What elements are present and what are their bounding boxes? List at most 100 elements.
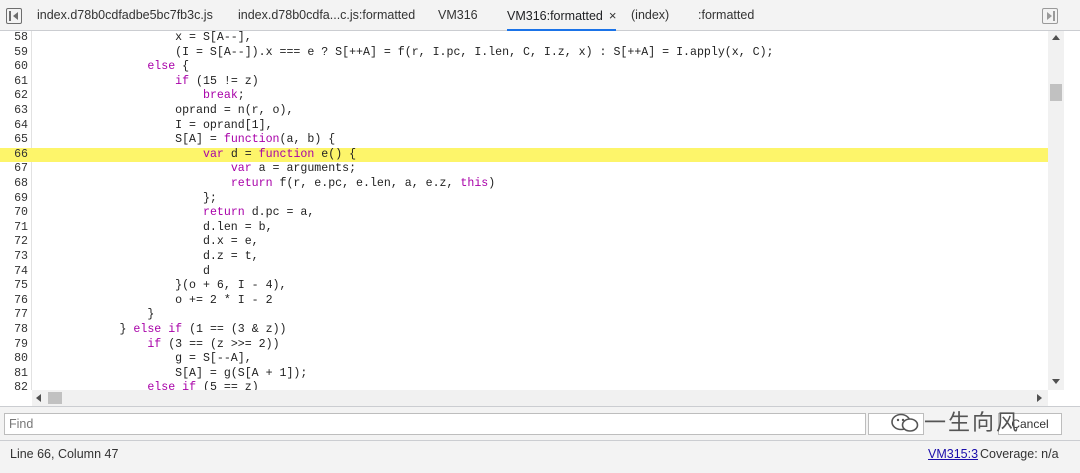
code-text: break;: [202, 89, 245, 103]
code-text: if (3 == (z >>= 2)): [147, 337, 280, 351]
line-number[interactable]: 76: [0, 294, 28, 309]
code-text: if (15 != z): [175, 74, 259, 88]
watermark-text: 一生向风: [924, 411, 1021, 436]
code-line[interactable]: 60 else {: [0, 60, 1048, 75]
line-number[interactable]: 64: [0, 119, 28, 134]
tab-label: (index): [631, 8, 670, 22]
code-text: g = S[--A],: [36, 352, 252, 366]
code-line[interactable]: 67 var a = arguments;: [0, 162, 1048, 177]
line-number[interactable]: 74: [0, 265, 28, 280]
code-line[interactable]: 78 } else if (1 == (3 & z)): [0, 323, 1048, 338]
line-number[interactable]: 78: [0, 323, 28, 338]
line-number[interactable]: 62: [0, 89, 28, 104]
code-text: else {: [147, 60, 190, 74]
tab-label: index.d78b0cdfadbe5bc7fb3c.js: [37, 8, 213, 22]
code-line[interactable]: 77 }: [0, 308, 1048, 323]
find-bar: Cancel 一生向风: [0, 406, 1080, 440]
code-text: }(o + 6, I - 4),: [36, 279, 287, 293]
code-line[interactable]: 68 return f(r, e.pc, e.len, a, e.z, this…: [0, 177, 1048, 192]
code-text: I = oprand[1],: [36, 118, 273, 132]
code-line[interactable]: 80 g = S[--A],: [0, 352, 1048, 367]
code-text: d.x = e,: [36, 235, 259, 249]
vertical-scrollbar[interactable]: [1048, 31, 1064, 390]
scroll-right-icon[interactable]: [1037, 394, 1042, 402]
line-number[interactable]: 72: [0, 235, 28, 250]
scroll-down-icon[interactable]: [1052, 379, 1060, 384]
code-line[interactable]: 58 x = S[A--],: [0, 31, 1048, 46]
tab-bar: index.d78b0cdfadbe5bc7fb3c.js index.d78b…: [0, 0, 1080, 31]
code-line[interactable]: 62 break;: [0, 89, 1048, 104]
code-line[interactable]: 72 d.x = e,: [0, 235, 1048, 250]
horizontal-scrollbar[interactable]: [32, 390, 1048, 406]
code-line[interactable]: 64 I = oprand[1],: [0, 119, 1048, 134]
line-number[interactable]: 68: [0, 177, 28, 192]
code-line[interactable]: 59 (I = S[A--]).x === e ? S[++A] = f(r, …: [0, 46, 1048, 61]
scroll-thumb[interactable]: [1050, 84, 1062, 101]
line-number[interactable]: 73: [0, 250, 28, 265]
code-text: d.z = t,: [36, 250, 259, 263]
tab-vm316[interactable]: VM316: [438, 0, 478, 31]
line-number[interactable]: 81: [0, 367, 28, 382]
tab-formatted[interactable]: :formatted: [698, 0, 754, 31]
line-number[interactable]: 75: [0, 279, 28, 294]
code-line[interactable]: 82 else if (5 == z): [0, 381, 1048, 390]
line-number[interactable]: 69: [0, 192, 28, 207]
code-text: var d = function e() {: [202, 147, 357, 161]
scroll-left-icon[interactable]: [36, 394, 41, 402]
code-text: S[A] = g(S[A + 1]);: [36, 366, 308, 380]
line-number[interactable]: 71: [0, 221, 28, 236]
line-number[interactable]: 77: [0, 308, 28, 323]
find-input[interactable]: [4, 413, 866, 435]
code-line[interactable]: 81 S[A] = g(S[A + 1]);: [0, 367, 1048, 382]
tab-label: :formatted: [698, 8, 755, 22]
scroll-up-icon[interactable]: [1052, 35, 1060, 40]
code-text: return f(r, e.pc, e.len, a, e.z, this): [230, 177, 496, 190]
line-number[interactable]: 63: [0, 104, 28, 119]
code-line[interactable]: 61 if (15 != z): [0, 75, 1048, 90]
coverage-status: Coverage: n/a: [980, 447, 1059, 461]
code-text: return d.pc = a,: [202, 206, 315, 220]
tab-label: VM316:formatted: [507, 9, 603, 23]
code-line[interactable]: 65 S[A] = function(a, b) {: [0, 133, 1048, 148]
line-number[interactable]: 60: [0, 60, 28, 75]
line-number[interactable]: 59: [0, 46, 28, 61]
code-line[interactable]: 71 d.len = b,: [0, 221, 1048, 236]
line-number[interactable]: 82: [0, 381, 28, 390]
line-number[interactable]: 79: [0, 338, 28, 353]
code-line[interactable]: 70 return d.pc = a,: [0, 206, 1048, 221]
code-text: x = S[A--],: [36, 31, 252, 44]
code-text: d.len = b,: [36, 220, 273, 234]
source-link[interactable]: VM315:3: [928, 441, 978, 467]
tab-label: index.d78b0cdfa...c.js:formatted: [238, 8, 416, 22]
code-line[interactable]: 76 o += 2 * I - 2: [0, 294, 1048, 309]
scroll-thumb[interactable]: [48, 392, 62, 404]
code-text: } else if (1 == (3 & z)): [36, 323, 287, 336]
code-line[interactable]: 73 d.z = t,: [0, 250, 1048, 265]
toggle-debugger-icon[interactable]: [1042, 8, 1058, 24]
tab-index-js-formatted[interactable]: index.d78b0cdfa...c.js:formatted: [238, 0, 415, 31]
code-text: (I = S[A--]).x === e ? S[++A] = f(r, I.p…: [36, 45, 774, 59]
code-text: S[A] = function(a, b) {: [36, 133, 336, 147]
close-tab-icon[interactable]: ×: [609, 0, 617, 31]
code-line[interactable]: 63 oprand = n(r, o),: [0, 104, 1048, 119]
line-number[interactable]: 66: [0, 148, 28, 163]
code-line[interactable]: 79 if (3 == (z >>= 2)): [0, 338, 1048, 353]
code-line[interactable]: 74 d: [0, 265, 1048, 280]
tab-index-js[interactable]: index.d78b0cdfadbe5bc7fb3c.js: [37, 0, 213, 31]
tab-vm316-formatted[interactable]: VM316:formatted ×: [507, 0, 617, 31]
wechat-logo-icon: [891, 413, 919, 432]
line-number[interactable]: 61: [0, 75, 28, 90]
code-line[interactable]: 69 };: [0, 192, 1048, 207]
line-number[interactable]: 58: [0, 31, 28, 46]
code-editor[interactable]: 58 x = S[A--], 59 (I = S[A--]).x === e ? …: [0, 31, 1048, 390]
line-number[interactable]: 70: [0, 206, 28, 221]
line-number[interactable]: 67: [0, 162, 28, 177]
toggle-navigator-icon[interactable]: [6, 8, 22, 24]
tab-index[interactable]: (index): [631, 0, 669, 31]
line-number[interactable]: 65: [0, 133, 28, 148]
code-text: oprand = n(r, o),: [36, 104, 294, 117]
code-text: else if (5 == z): [147, 381, 259, 390]
code-line-highlighted[interactable]: 66 var d = function e() {: [0, 147, 1048, 163]
line-number[interactable]: 80: [0, 352, 28, 367]
code-line[interactable]: 75 }(o + 6, I - 4),: [0, 279, 1048, 294]
